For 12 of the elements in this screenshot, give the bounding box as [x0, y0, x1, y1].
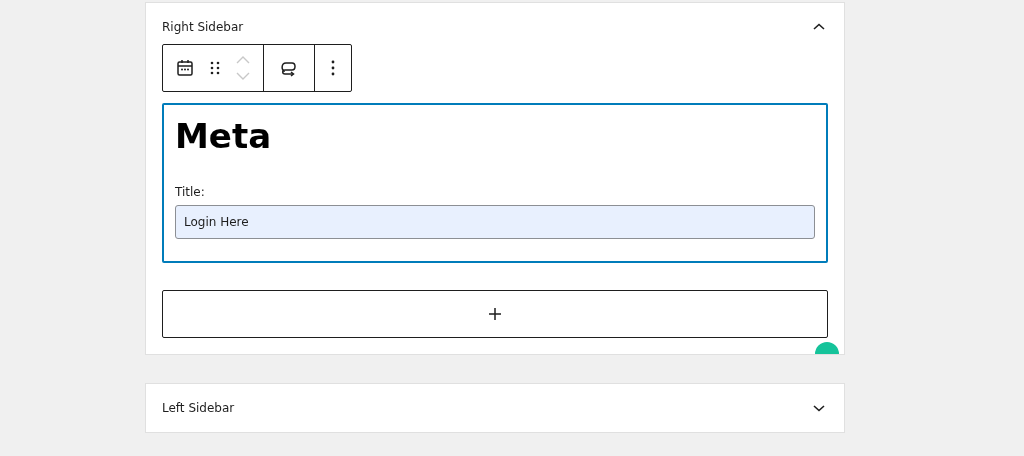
title-field[interactable]: Login Here: [175, 205, 815, 239]
calendar-icon[interactable]: [175, 58, 195, 78]
panel-title: Left Sidebar: [162, 401, 235, 415]
chevron-up-icon: [812, 22, 826, 32]
panel-title: Right Sidebar: [162, 20, 244, 34]
block-heading: Meta: [175, 115, 273, 157]
add-block-button[interactable]: [162, 290, 828, 338]
more-options-icon[interactable]: [330, 59, 336, 77]
chevron-down-icon: [812, 403, 826, 413]
plus-icon: [488, 307, 502, 321]
field-label: Title:: [175, 185, 206, 199]
drag-handle-icon[interactable]: [209, 59, 221, 77]
